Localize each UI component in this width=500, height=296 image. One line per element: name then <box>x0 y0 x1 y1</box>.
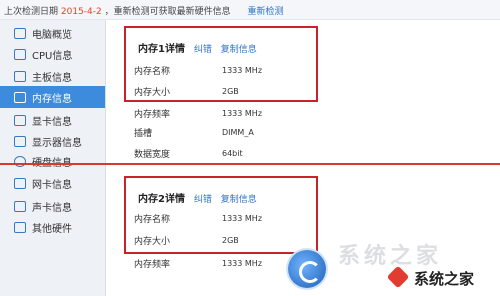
sidebar-item-label: 主板信息 <box>32 72 72 84</box>
recheck-notice: ，重新检测可获取最新硬件信息 <box>104 7 231 17</box>
sidebar-item-label: 内存信息 <box>32 93 72 105</box>
memory1-name-label: 内存名称 <box>134 67 171 77</box>
memory1-frequency-value: 1333 MHz <box>222 109 263 118</box>
display-icon <box>14 135 26 147</box>
sidebar-item-label: 硬盘信息 <box>32 154 72 169</box>
memory-icon <box>14 91 26 103</box>
recheck-link[interactable]: 重新检测 <box>248 7 284 17</box>
xitong-logo-icon <box>288 250 326 288</box>
other-hardware-icon <box>14 221 26 233</box>
sidebar-item-label: 显示器信息 <box>32 137 82 149</box>
cpu-icon <box>14 48 26 60</box>
sidebar-item-label: 网卡信息 <box>32 179 72 191</box>
monitor-icon <box>14 27 26 39</box>
watermark: 系统之家 系统之家 <box>278 238 500 296</box>
memory1-title: 内存1详情 <box>138 44 185 55</box>
last-check-date: 2015-4-2 <box>60 7 102 17</box>
memory2-title: 内存2详情 <box>138 194 185 205</box>
memory2-size-value: 2GB <box>222 236 239 245</box>
memory2-name-value: 1333 MHz <box>222 214 263 223</box>
sound-card-icon <box>14 200 26 212</box>
sidebar-item-hard-disk[interactable]: 硬盘信息 <box>0 150 105 172</box>
section-divider <box>0 163 500 165</box>
memory2-correct-link[interactable]: 纠错 <box>194 195 212 205</box>
memory2-copy-link[interactable]: 复制信息 <box>221 195 257 205</box>
sidebar-item-label: CPU信息 <box>32 50 73 62</box>
sidebar-item-other[interactable]: 其他硬件 <box>0 216 105 238</box>
memory1-slot-label: 插槽 <box>134 129 153 139</box>
last-check-bar: 上次检测日期 2015-4-2 ，重新检测可获取最新硬件信息 重新检测 <box>0 0 500 20</box>
sidebar-item-sound[interactable]: 声卡信息 <box>0 195 105 217</box>
memory1-header: 内存1详情 纠错 复制信息 <box>138 40 257 55</box>
memory1-size-value: 2GB <box>222 87 239 96</box>
memory1-copy-link[interactable]: 复制信息 <box>221 45 257 55</box>
memory1-correct-link[interactable]: 纠错 <box>194 45 212 55</box>
sidebar-item-cpu[interactable]: CPU信息 <box>0 43 105 65</box>
sidebar-item-motherboard[interactable]: 主板信息 <box>0 65 105 87</box>
sidebar-item-graphics[interactable]: 显卡信息 <box>0 109 105 131</box>
memory1-width-label: 数据宽度 <box>134 150 171 160</box>
graphics-card-icon <box>14 114 26 126</box>
sidebar-item-label: 声卡信息 <box>32 202 72 214</box>
watermark-faint-text: 系统之家 <box>338 244 443 269</box>
sidebar-item-label: 其他硬件 <box>32 223 72 235</box>
last-check-label: 上次检测日期 <box>4 7 59 17</box>
memory2-name-label: 内存名称 <box>134 215 171 225</box>
sidebar-item-label: 显卡信息 <box>32 116 72 128</box>
memory2-frequency-label: 内存频率 <box>134 260 171 270</box>
memory2-size-label: 内存大小 <box>134 237 171 247</box>
memory1-size-label: 内存大小 <box>134 88 171 98</box>
sidebar-item-network[interactable]: 网卡信息 <box>0 172 105 194</box>
memory1-width-value: 64bit <box>222 149 243 158</box>
memory1-slot-value: DIMM_A <box>222 128 254 137</box>
network-card-icon <box>14 177 26 189</box>
motherboard-icon <box>14 70 26 82</box>
memory2-header: 内存2详情 纠错 复制信息 <box>138 190 257 205</box>
memory2-frequency-value: 1333 MHz <box>222 259 263 268</box>
sidebar-item-label: 电脑概览 <box>32 29 72 41</box>
sidebar-item-memory[interactable]: 内存信息 <box>0 86 105 108</box>
sidebar-item-overview[interactable]: 电脑概览 <box>0 22 105 44</box>
memory1-name-value: 1333 MHz <box>222 66 263 75</box>
sidebar: 电脑概览 CPU信息 主板信息 内存信息 显卡信息 显示器信息 硬盘信息 网卡信… <box>0 20 106 296</box>
sidebar-item-display[interactable]: 显示器信息 <box>0 130 105 152</box>
watermark-text: 系统之家 <box>414 270 475 288</box>
memory1-frequency-label: 内存频率 <box>134 110 171 120</box>
